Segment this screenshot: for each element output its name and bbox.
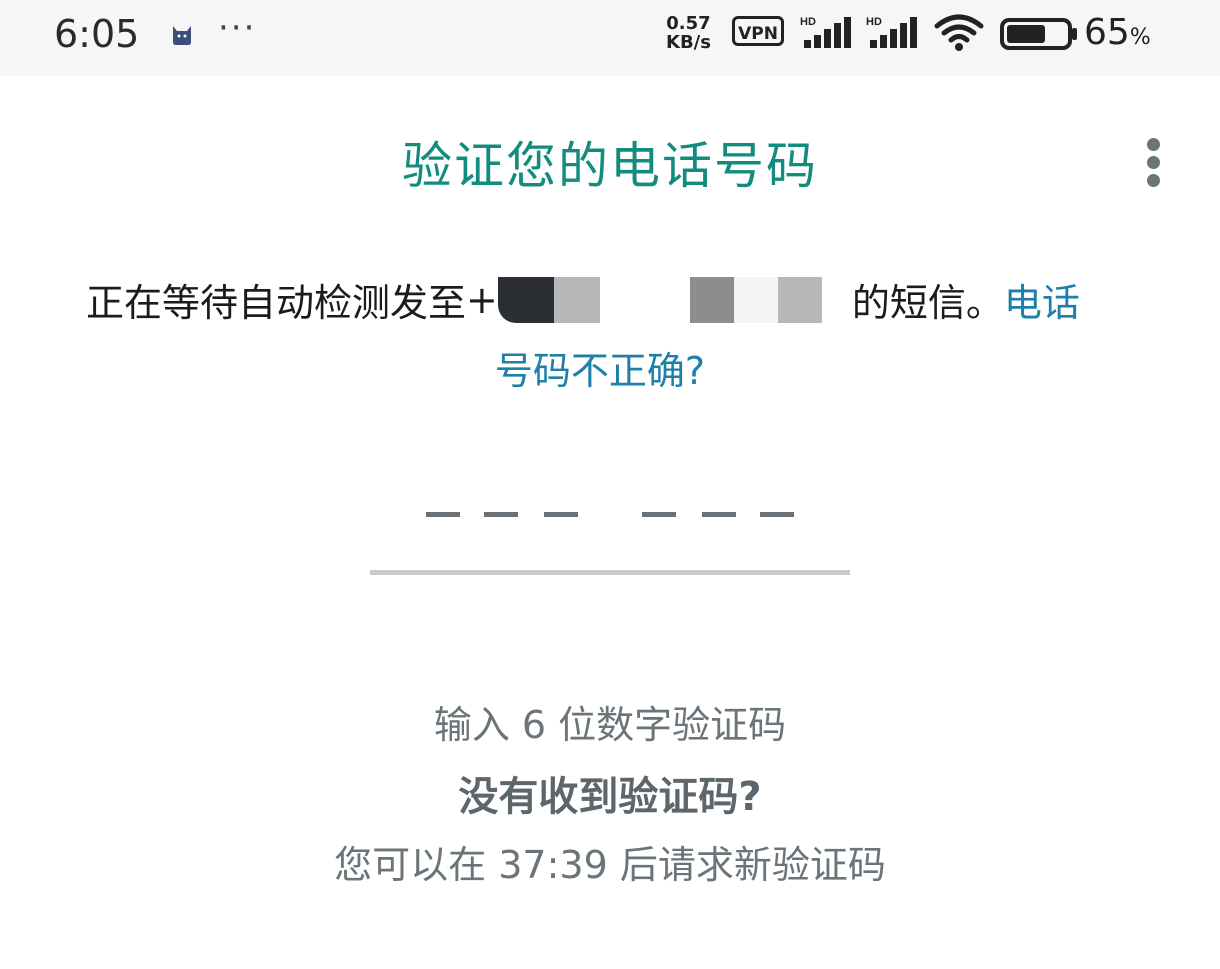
wrong-number-link[interactable]: 号码不正确? bbox=[495, 349, 705, 393]
battery-percent: 65% bbox=[1084, 12, 1151, 53]
description-line-2: 号码不正确? bbox=[0, 340, 1200, 395]
verification-code-input[interactable] bbox=[370, 480, 850, 576]
vpn-badge: VPN bbox=[732, 16, 784, 46]
description-prefix: 正在等待自动检测发至 bbox=[86, 281, 467, 325]
signal-hd-icon: HD bbox=[800, 16, 851, 48]
battery-icon bbox=[1000, 18, 1077, 50]
more-vert-icon bbox=[1147, 138, 1160, 151]
wrong-number-link-part1[interactable]: 电话 bbox=[1004, 272, 1080, 327]
code-digit-1 bbox=[426, 512, 460, 517]
battery-percent-value: 65 bbox=[1084, 12, 1130, 53]
description-suffix: 的短信。 bbox=[851, 281, 1004, 325]
status-time: 6:05 bbox=[54, 12, 140, 56]
code-digit-6 bbox=[760, 512, 794, 517]
phone-number-visible: + bbox=[466, 277, 498, 322]
resend-timer: 您可以在 37:39 后请求新验证码 bbox=[334, 843, 886, 887]
overflow-menu-button[interactable] bbox=[1136, 132, 1172, 192]
battery-level bbox=[1007, 25, 1045, 43]
code-hint: 输入 6 位数字验证码 bbox=[433, 703, 787, 747]
status-bar: 6:05 ··· 0.57 KB/s VPN HD HD 65% bbox=[0, 0, 1220, 76]
network-speed-unit: KB/s bbox=[666, 32, 711, 53]
code-digit-5 bbox=[702, 512, 736, 517]
network-speed: 0.57 KB/s bbox=[666, 14, 711, 52]
wifi-icon bbox=[934, 14, 984, 51]
code-digit-2 bbox=[484, 512, 518, 517]
signal-hd-icon-2: HD bbox=[866, 16, 917, 48]
battery-percent-sign: % bbox=[1129, 25, 1151, 50]
description-line-1: 正在等待自动检测发至+ 的短信。电话 bbox=[86, 272, 1080, 326]
signal-hd-label-2: HD bbox=[866, 16, 882, 28]
no-code-received-heading: 没有收到验证码? bbox=[458, 774, 762, 820]
signal-hd-label: HD bbox=[800, 16, 816, 28]
redacted-phone-number bbox=[497, 276, 846, 323]
cat-notification-icon bbox=[173, 26, 191, 45]
code-digit-3 bbox=[544, 512, 578, 517]
page-title: 验证您的电话号码 bbox=[402, 137, 818, 195]
code-digit-4 bbox=[642, 512, 676, 517]
more-vert-icon-dot bbox=[1147, 156, 1160, 169]
code-input-underline bbox=[370, 570, 850, 575]
more-vert-icon-dot bbox=[1147, 174, 1160, 187]
network-speed-value: 0.57 bbox=[666, 13, 711, 34]
more-notifications-icon: ··· bbox=[218, 8, 257, 48]
